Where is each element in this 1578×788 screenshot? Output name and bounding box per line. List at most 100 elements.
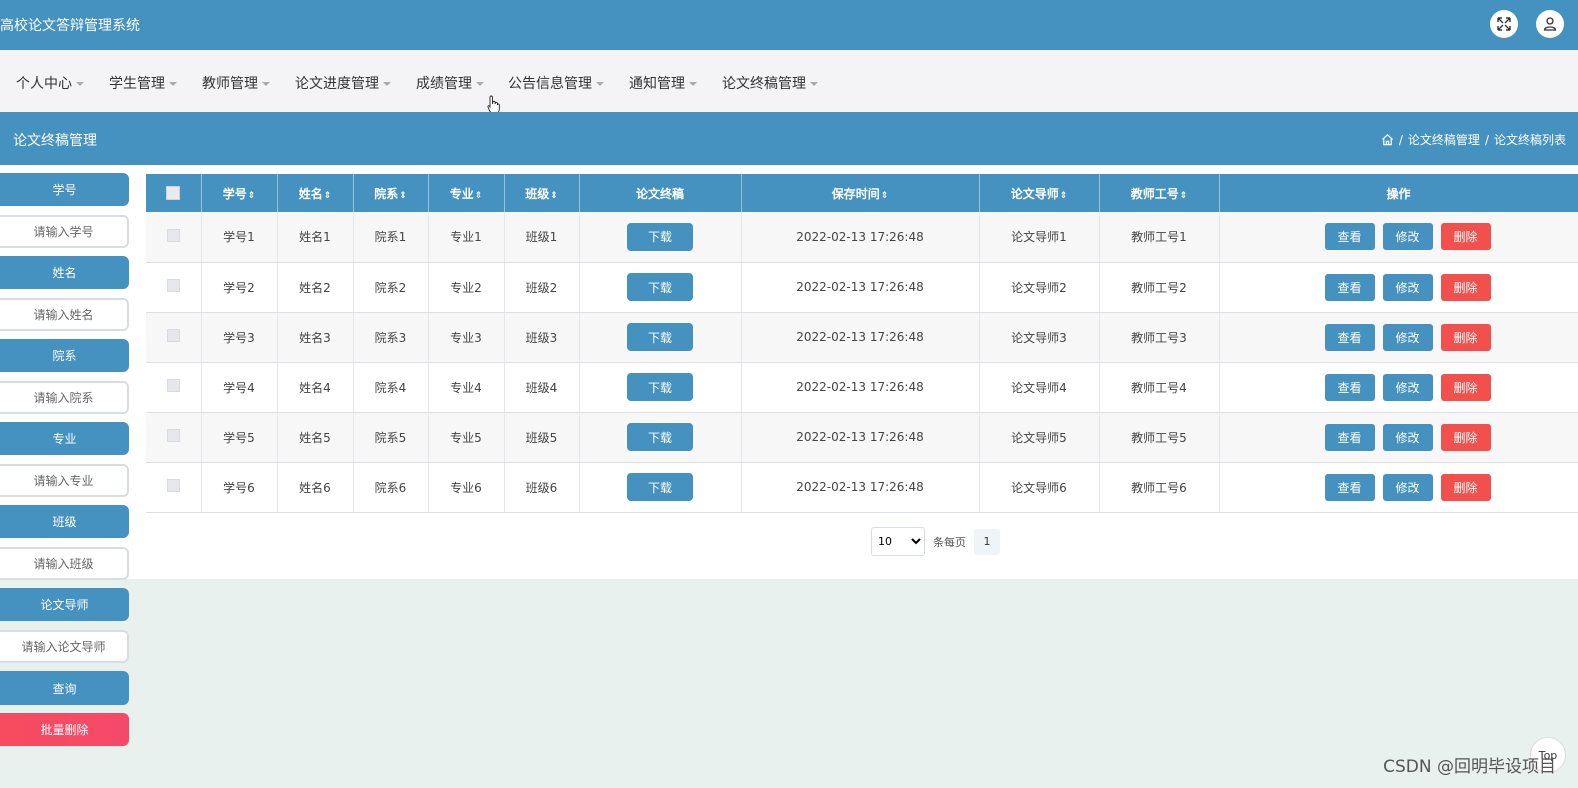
row-checkbox[interactable] (166, 228, 180, 242)
edit-button[interactable]: 修改 (1382, 473, 1433, 501)
home-icon[interactable] (1381, 133, 1394, 146)
row-checkbox[interactable] (166, 379, 180, 392)
sort-icon[interactable]: ⇕ (248, 191, 256, 201)
edit-button[interactable]: 修改 (1382, 273, 1433, 301)
table-row: 学号6 姓名6 院系6 专业6 班级6 下载 2022-02-13 17:26:… (146, 462, 1578, 513)
edit-button[interactable]: 修改 (1382, 223, 1433, 251)
column-header-save-time[interactable]: 保存时间⇕ (741, 174, 980, 212)
delete-button[interactable]: 删除 (1440, 223, 1491, 251)
row-select-cell[interactable] (146, 412, 202, 463)
download-button[interactable]: 下载 (627, 373, 693, 401)
sort-icon[interactable]: ⇕ (399, 191, 407, 201)
download-button[interactable]: 下载 (627, 423, 693, 451)
major-input[interactable] (0, 464, 129, 497)
edit-button[interactable]: 修改 (1382, 423, 1433, 451)
row-checkbox[interactable] (166, 279, 180, 292)
query-button[interactable]: 查询 (0, 671, 129, 705)
view-button[interactable]: 查看 (1324, 323, 1375, 351)
major-cell: 专业4 (428, 362, 505, 413)
table-row: 学号5 姓名5 院系5 专业5 班级5 下载 2022-02-13 17:26:… (146, 412, 1578, 463)
page-number-button[interactable]: 1 (974, 528, 1000, 555)
teacher-id-cell: 教师工号4 (1099, 362, 1220, 413)
nav-item-personal-center[interactable]: 个人中心 (16, 73, 84, 93)
page-size-select[interactable]: 10 (871, 527, 925, 556)
nav-item-label: 个人中心 (16, 76, 72, 92)
delete-button[interactable]: 删除 (1440, 323, 1491, 351)
edit-button[interactable]: 修改 (1382, 373, 1433, 401)
column-header-label: 学号 (222, 186, 247, 201)
select-all-cell[interactable] (146, 174, 202, 212)
save-time-cell: 2022-02-13 17:26:48 (741, 462, 980, 513)
nav-item-student-management[interactable]: 学生管理 (109, 73, 177, 93)
nav-item-grade-management[interactable]: 成绩管理 (416, 73, 484, 93)
view-button[interactable]: 查看 (1324, 223, 1375, 251)
nav-item-notification[interactable]: 通知管理 (629, 73, 697, 93)
row-checkbox[interactable] (166, 429, 180, 442)
sort-icon[interactable]: ⇕ (1180, 191, 1188, 201)
edit-button[interactable]: 修改 (1382, 323, 1433, 351)
department-input[interactable] (0, 381, 129, 414)
view-button[interactable]: 查看 (1324, 273, 1375, 301)
sort-icon[interactable]: ⇕ (324, 191, 332, 201)
batch-delete-button[interactable]: 批量删除 (0, 713, 129, 746)
search-label-tutor: 论文导师 (0, 588, 129, 621)
row-select-cell[interactable] (146, 362, 202, 413)
nav-item-teacher-management[interactable]: 教师管理 (202, 73, 270, 93)
column-header-teacher-id[interactable]: 教师工号⇕ (1099, 174, 1220, 212)
column-header-major[interactable]: 专业⇕ (428, 174, 505, 212)
delete-button[interactable]: 删除 (1440, 273, 1491, 301)
department-cell: 院系1 (353, 212, 429, 263)
app-title: 高校论文答辩管理系统 (0, 18, 140, 34)
sort-icon[interactable]: ⇕ (475, 191, 483, 201)
row-select-cell[interactable] (146, 462, 202, 513)
delete-button[interactable]: 删除 (1440, 423, 1491, 451)
sort-icon[interactable]: ⇕ (1060, 191, 1068, 201)
row-select-cell[interactable] (146, 212, 202, 263)
column-header-class[interactable]: 班级⇕ (504, 174, 580, 212)
nav-item-final-thesis[interactable]: 论文终稿管理 (722, 73, 818, 93)
chevron-down-icon (169, 82, 177, 86)
row-checkbox[interactable] (166, 479, 180, 492)
column-header-department[interactable]: 院系⇕ (353, 174, 429, 212)
major-cell: 专业3 (428, 312, 505, 363)
download-button[interactable]: 下载 (627, 323, 693, 351)
actions-cell: 查看 修改 删除 (1219, 362, 1578, 413)
name-input[interactable] (0, 298, 129, 331)
sort-icon[interactable]: ⇕ (550, 191, 558, 201)
download-button[interactable]: 下载 (627, 222, 693, 251)
chevron-down-icon (76, 82, 84, 86)
download-button[interactable]: 下载 (627, 473, 693, 501)
view-button[interactable]: 查看 (1324, 473, 1375, 501)
view-button[interactable]: 查看 (1324, 423, 1375, 451)
nav-item-announcement[interactable]: 公告信息管理 (508, 73, 604, 93)
nav-item-label: 公告信息管理 (508, 76, 592, 92)
breadcrumb-separator: / (1484, 132, 1489, 147)
tutor-input[interactable] (0, 630, 129, 663)
final-thesis-cell: 下载 (579, 212, 742, 263)
row-select-cell[interactable] (146, 312, 202, 363)
search-label-student-id: 学号 (0, 173, 129, 206)
search-label-department: 院系 (0, 339, 129, 372)
select-all-checkbox[interactable] (166, 186, 181, 201)
class-input[interactable] (0, 547, 129, 580)
student-id-input[interactable] (0, 215, 129, 248)
user-icon[interactable] (1536, 10, 1564, 38)
column-header-student-id[interactable]: 学号⇕ (201, 174, 278, 212)
delete-button[interactable]: 删除 (1440, 473, 1491, 501)
row-actions: 查看 修改 删除 (1220, 323, 1578, 351)
actions-cell: 查看 修改 删除 (1219, 412, 1578, 463)
delete-button[interactable]: 删除 (1440, 373, 1491, 401)
column-header-tutor[interactable]: 论文导师⇕ (979, 174, 1100, 212)
breadcrumb-item[interactable]: 论文终稿管理 (1408, 131, 1480, 148)
nav-item-thesis-progress[interactable]: 论文进度管理 (295, 73, 391, 93)
sort-icon[interactable]: ⇕ (881, 191, 889, 201)
row-select-cell[interactable] (146, 262, 202, 313)
download-button[interactable]: 下载 (627, 273, 693, 301)
student-id-cell: 学号4 (201, 362, 278, 413)
search-label-class: 班级 (0, 505, 129, 538)
column-header-name[interactable]: 姓名⇕ (277, 174, 354, 212)
view-button[interactable]: 查看 (1324, 373, 1375, 401)
search-label-major: 专业 (0, 422, 129, 455)
fullscreen-icon[interactable] (1490, 10, 1518, 38)
row-checkbox[interactable] (166, 329, 180, 342)
